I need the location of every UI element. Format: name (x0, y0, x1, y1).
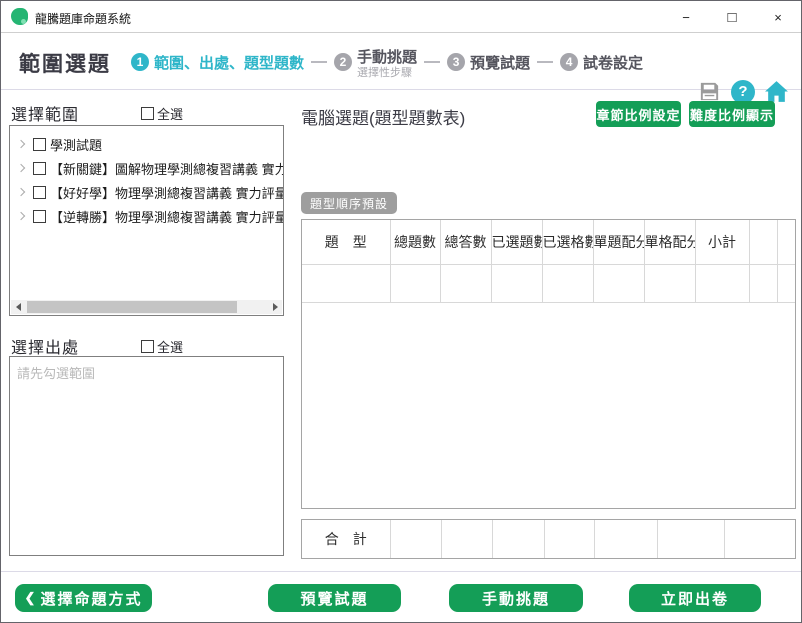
range-select-all-label: 全選 (157, 104, 183, 123)
horizontal-scrollbar[interactable] (11, 300, 282, 314)
col-selected-questions: 已選題數 (491, 220, 542, 264)
tree-item[interactable]: 【好好學】物理學測總複習講義 實力評量 (10, 180, 283, 204)
back-to-method-button[interactable]: ❮ 選擇命題方式 (15, 584, 152, 612)
step-1-range[interactable]: 1 範圍、出處、題型題數 (131, 52, 304, 73)
step-3-preview[interactable]: 3 預覽試題 (447, 52, 530, 73)
step-3-number: 3 (447, 53, 465, 71)
table-header-row: 題 型 總題數 總答數 已選題數 已選格數 單題配分 單格配分 小計 (302, 220, 795, 264)
step-4-number: 4 (560, 53, 578, 71)
chevron-left-icon: ❮ (25, 590, 36, 606)
source-placeholder: 請先勾選範圍 (17, 363, 95, 382)
tree-item-label[interactable]: 【好好學】物理學測總複習講義 實力評量 (50, 183, 283, 202)
minimize-button[interactable]: − (663, 1, 709, 33)
app-window: 龍騰題庫命題系統 − □ × 範圍選題 1 範圍、出處、題型題數 2 手動挑題 … (0, 0, 802, 623)
difficulty-ratio-button[interactable]: 難度比例顯示 (689, 101, 775, 127)
footer-divider (1, 571, 801, 572)
col-total-questions: 總題數 (390, 220, 440, 264)
expand-chevron-icon[interactable] (17, 164, 25, 172)
tree-item-label[interactable]: 【逆轉勝】物理學測總複習講義 實力評量 (50, 207, 283, 226)
generate-paper-button[interactable]: 立即出卷 (629, 584, 761, 612)
scroll-right-icon[interactable] (268, 300, 282, 314)
window-controls: − □ × (663, 1, 801, 33)
expand-chevron-icon[interactable] (17, 188, 25, 196)
question-type-table: 題 型 總題數 總答數 已選題數 已選格數 單題配分 單格配分 小計 (301, 219, 796, 509)
back-to-method-label: 選擇命題方式 (40, 588, 142, 609)
app-title: 龍騰題庫命題系統 (35, 10, 131, 27)
total-row: 合 計 (301, 519, 796, 559)
expand-chevron-icon[interactable] (17, 140, 25, 148)
chapter-ratio-button[interactable]: 章節比例設定 (596, 101, 681, 127)
step-2-manual[interactable]: 2 手動挑題 選擇性步驟 (334, 46, 417, 79)
scrollbar-track[interactable] (25, 300, 268, 314)
close-button[interactable]: × (755, 1, 801, 33)
range-tree: 學測試題 【新關鍵】圖解物理學測總複習講義 實力評量 【好好學】物理學測總複習講… (9, 125, 284, 316)
help-icon[interactable]: ? (731, 80, 755, 104)
step-3-label: 預覽試題 (470, 52, 530, 73)
col-question-type: 題 型 (302, 220, 390, 264)
page-title: 範圍選題 (19, 48, 111, 78)
tree-item-checkbox[interactable] (33, 138, 46, 151)
tree-item[interactable]: 學測試題 (10, 132, 283, 156)
source-list[interactable]: 請先勾選範圍 (9, 356, 284, 556)
total-label: 合 計 (302, 520, 390, 558)
tree-item-label[interactable]: 【新關鍵】圖解物理學測總複習講義 實力評量 (50, 159, 283, 178)
step-1-number: 1 (131, 53, 149, 71)
col-selected-blanks: 已選格數 (542, 220, 593, 264)
col-total-answers: 總答數 (440, 220, 491, 264)
step-4-label: 試卷設定 (583, 52, 643, 73)
col-extra (749, 220, 777, 264)
source-select-all-checkbox[interactable] (141, 340, 154, 353)
manual-pick-button[interactable]: 手動挑題 (449, 584, 583, 612)
table-row (302, 264, 795, 302)
col-points-per-question: 單題配分 (593, 220, 644, 264)
step-4-settings[interactable]: 4 試卷設定 (560, 52, 643, 73)
step-2-number: 2 (334, 53, 352, 71)
step-separator (424, 61, 440, 63)
col-extra (777, 220, 795, 264)
app-logo-icon (11, 8, 28, 25)
computer-selection-title: 電腦選題(題型題數表) (301, 104, 465, 129)
step-2-sublabel: 選擇性步驟 (357, 67, 417, 79)
preview-questions-button[interactable]: 預覽試題 (268, 584, 401, 612)
question-order-tab[interactable]: 題型順序預設 (301, 192, 397, 214)
source-select-all-label: 全選 (157, 337, 183, 356)
source-section-title: 選擇出處 (11, 334, 79, 358)
wizard-steps: 1 範圍、出處、題型題數 2 手動挑題 選擇性步驟 3 預覽試題 4 試卷設定 (131, 34, 643, 90)
source-select-all[interactable]: 全選 (141, 337, 183, 356)
maximize-button[interactable]: □ (709, 1, 755, 33)
col-subtotal: 小計 (695, 220, 749, 264)
tree-item-checkbox[interactable] (33, 186, 46, 199)
step-separator (311, 61, 327, 63)
title-bar: 龍騰題庫命題系統 − □ × (1, 1, 801, 33)
range-select-all-checkbox[interactable] (141, 107, 154, 120)
tree-item[interactable]: 【新關鍵】圖解物理學測總複習講義 實力評量 (10, 156, 283, 180)
tree-item[interactable]: 【逆轉勝】物理學測總複習講義 實力評量 (10, 204, 283, 228)
scrollbar-thumb[interactable] (27, 301, 237, 313)
tree-item-label[interactable]: 學測試題 (50, 135, 102, 154)
wizard-header: 範圍選題 1 範圍、出處、題型題數 2 手動挑題 選擇性步驟 3 預覽試題 4 (1, 34, 801, 90)
tree-item-checkbox[interactable] (33, 210, 46, 223)
step-separator (537, 61, 553, 63)
scroll-left-icon[interactable] (11, 300, 25, 314)
expand-chevron-icon[interactable] (17, 212, 25, 220)
step-2-label: 手動挑題 (357, 46, 417, 67)
range-select-all[interactable]: 全選 (141, 104, 183, 123)
col-points-per-blank: 單格配分 (644, 220, 695, 264)
tree-item-checkbox[interactable] (33, 162, 46, 175)
range-section-title: 選擇範圍 (11, 101, 79, 125)
step-1-label: 範圍、出處、題型題數 (154, 52, 304, 73)
